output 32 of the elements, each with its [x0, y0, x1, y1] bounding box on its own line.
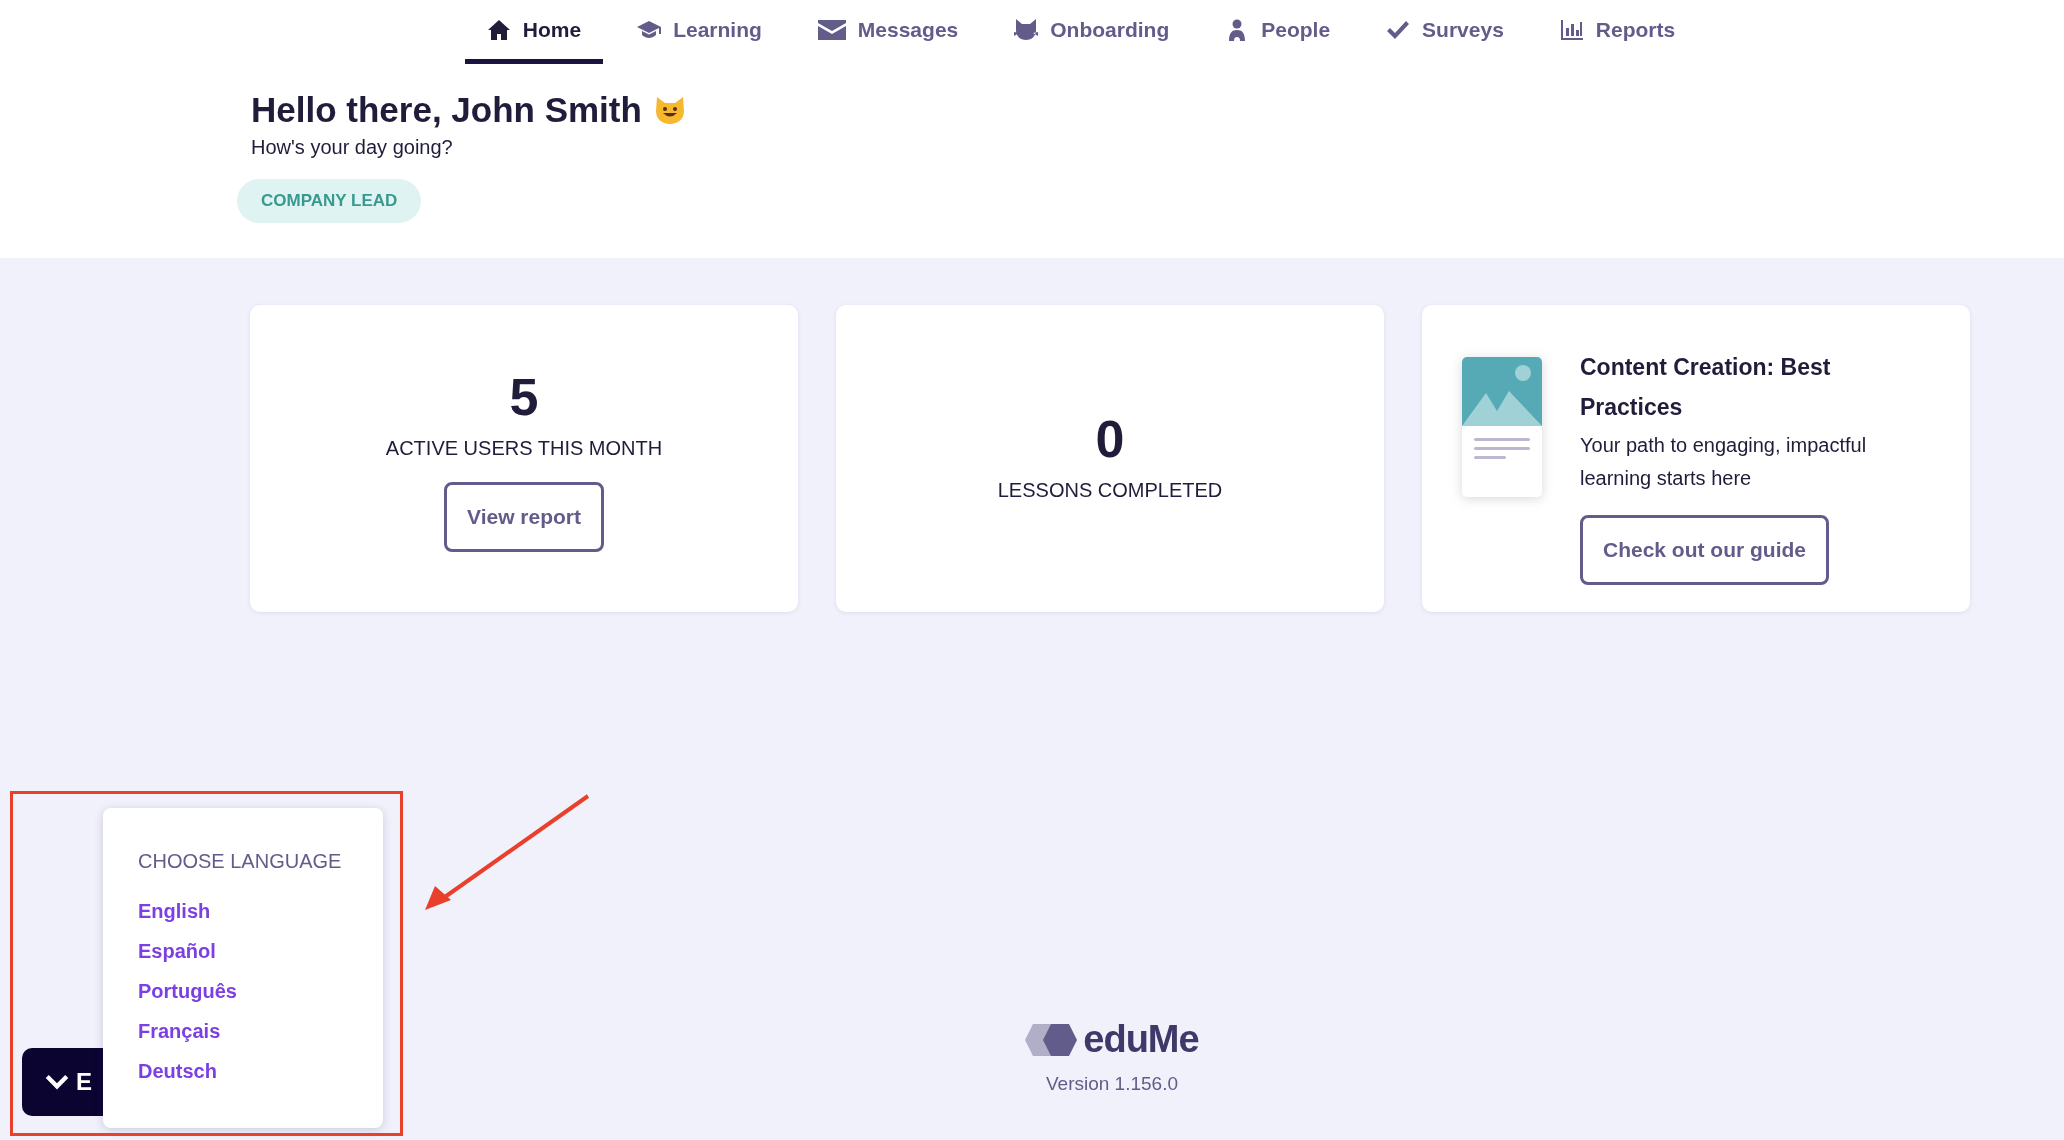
nav-tab[interactable]: Reports: [1537, 0, 1698, 64]
language-option[interactable]: Português: [138, 971, 237, 1011]
stat-value: 5: [509, 371, 539, 423]
cat-head-icon: [1014, 17, 1039, 42]
guide-button[interactable]: Check out our guide: [1580, 515, 1829, 585]
language-option[interactable]: English: [138, 891, 211, 931]
envelope-icon: [817, 19, 846, 40]
role-badge: COMPANY LEAD: [237, 179, 422, 223]
view-report-button[interactable]: View report: [444, 482, 604, 552]
language-menu-title: CHOOSE LANGUAGE: [138, 850, 342, 873]
nav-tab[interactable]: Onboarding: [992, 0, 1192, 64]
greeting-title: Hello there, John Smith: [251, 90, 642, 130]
nav-tab[interactable]: Home: [464, 0, 604, 64]
nav-tab[interactable]: Messages: [795, 0, 981, 64]
version-text: Version 1.156.0: [1045, 1073, 1178, 1095]
stat-value: 0: [1095, 413, 1125, 465]
logo-icon: [1025, 1023, 1078, 1056]
bar-chart-icon: [1559, 17, 1584, 42]
guide-title: Content Creation: Best Practices: [1580, 353, 1832, 422]
nav-tab[interactable]: Learning: [615, 0, 784, 64]
logo-text: eduMe: [1083, 1018, 1199, 1061]
chevron-down-icon: [44, 1073, 70, 1091]
nav-tab[interactable]: People: [1203, 0, 1353, 64]
stat-label: ACTIVE USERS THIS MONTH: [385, 437, 663, 460]
cat-face-icon: [653, 94, 686, 126]
greeting-subtitle: How's your day going?: [250, 136, 454, 159]
nav-tab[interactable]: Surveys: [1364, 0, 1526, 64]
guide-description: Your path to engaging, impactful learning starts here: [1580, 433, 1868, 491]
language-option[interactable]: Français: [138, 1011, 221, 1051]
language-option[interactable]: Español: [138, 931, 216, 971]
home-icon: [486, 17, 511, 42]
stat-label: LESSONS COMPLETED: [997, 479, 1223, 502]
